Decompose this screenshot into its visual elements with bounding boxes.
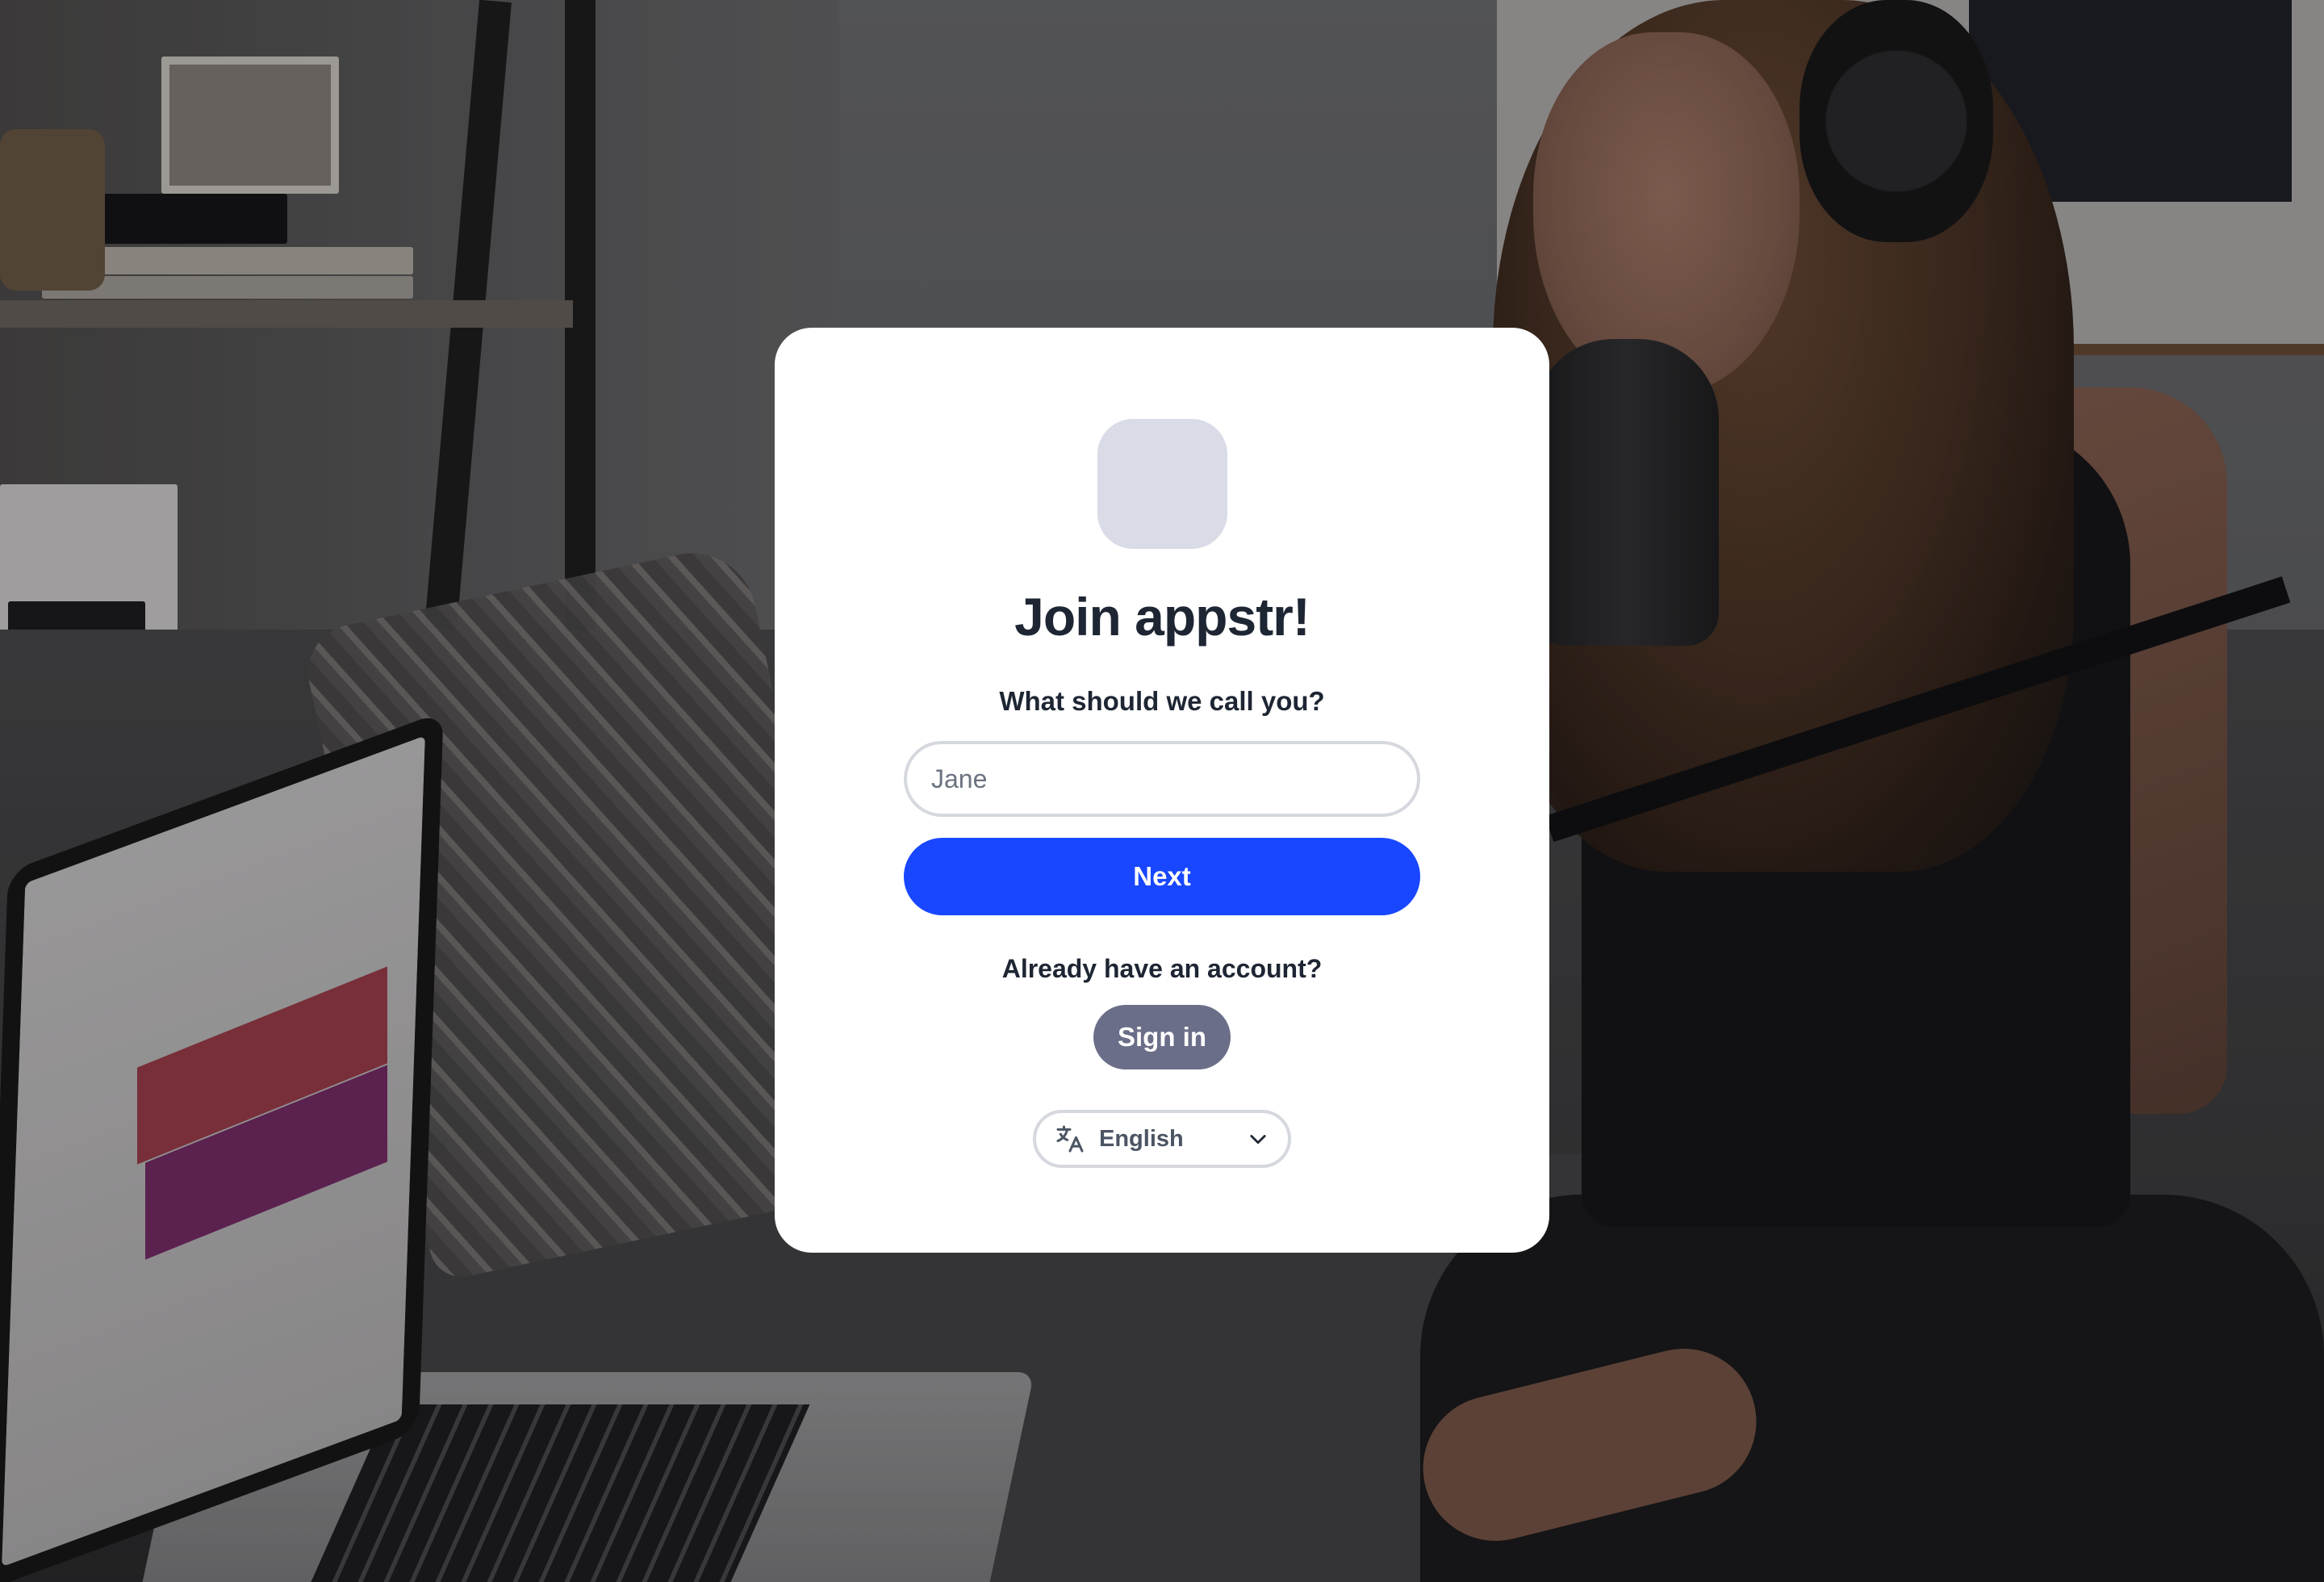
signup-screen: Join appstr! What should we call you? Ne… bbox=[0, 0, 2324, 1582]
language-select[interactable]: English bbox=[1033, 1110, 1291, 1168]
language-label: English bbox=[1099, 1125, 1184, 1152]
chevron-down-icon bbox=[1246, 1127, 1270, 1151]
name-prompt-label: What should we call you? bbox=[999, 686, 1325, 716]
app-logo-placeholder bbox=[1097, 419, 1227, 549]
account-prompt: Already have an account? bbox=[1001, 954, 1323, 983]
next-button[interactable]: Next bbox=[904, 838, 1420, 915]
sign-in-button[interactable]: Sign in bbox=[1093, 1005, 1231, 1069]
signup-card: Join appstr! What should we call you? Ne… bbox=[775, 328, 1549, 1253]
translate-icon bbox=[1054, 1123, 1086, 1155]
name-input[interactable] bbox=[904, 741, 1420, 817]
page-title: Join appstr! bbox=[1014, 587, 1310, 647]
